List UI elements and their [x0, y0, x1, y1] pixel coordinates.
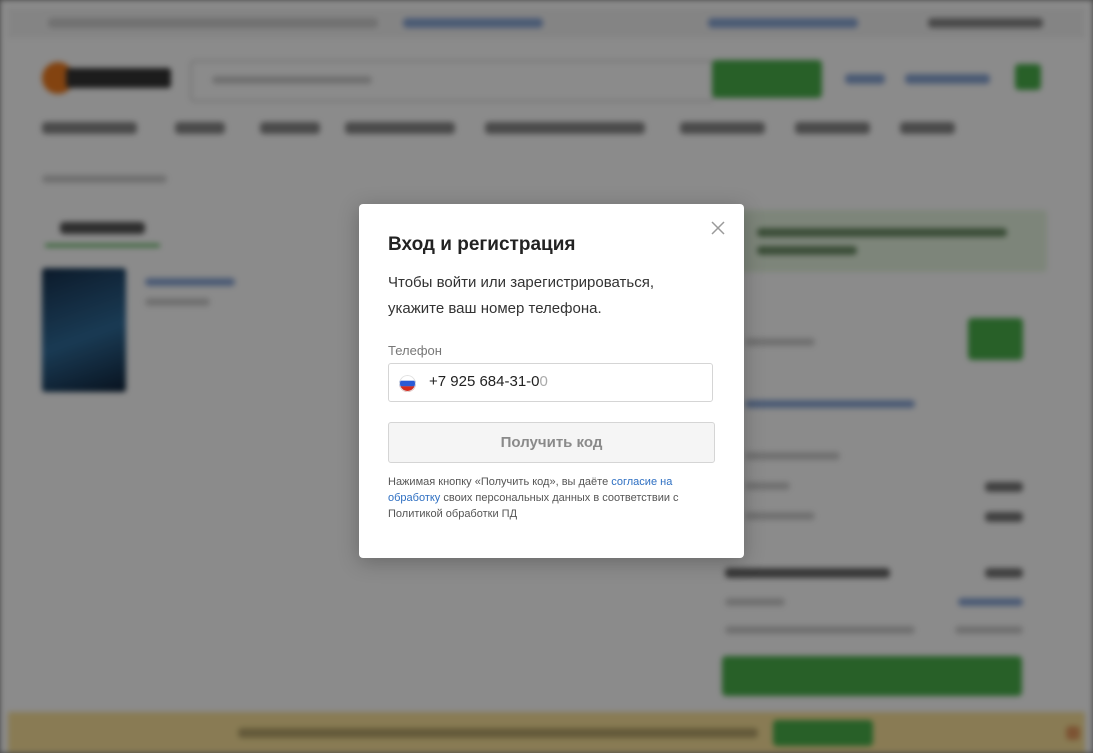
- phone-label: Телефон: [388, 343, 442, 358]
- modal-description: Чтобы войти или зарегистрироваться, укаж…: [388, 274, 655, 317]
- modal-title: Вход и регистрация: [388, 234, 576, 255]
- phone-input[interactable]: +7 925 684-31-00: [388, 363, 713, 402]
- close-icon[interactable]: [708, 218, 728, 238]
- phone-value: +7 925 684-31-00: [429, 373, 548, 390]
- login-modal: Вход и регистрация Чтобы войти или зарег…: [359, 204, 744, 558]
- russia-flag-icon: [399, 375, 416, 392]
- get-code-button[interactable]: Получить код: [388, 422, 715, 463]
- consent-text: Нажимая кнопку «Получить код», вы даёте …: [388, 476, 679, 520]
- phone-value-trailing-digit: 0: [539, 373, 548, 390]
